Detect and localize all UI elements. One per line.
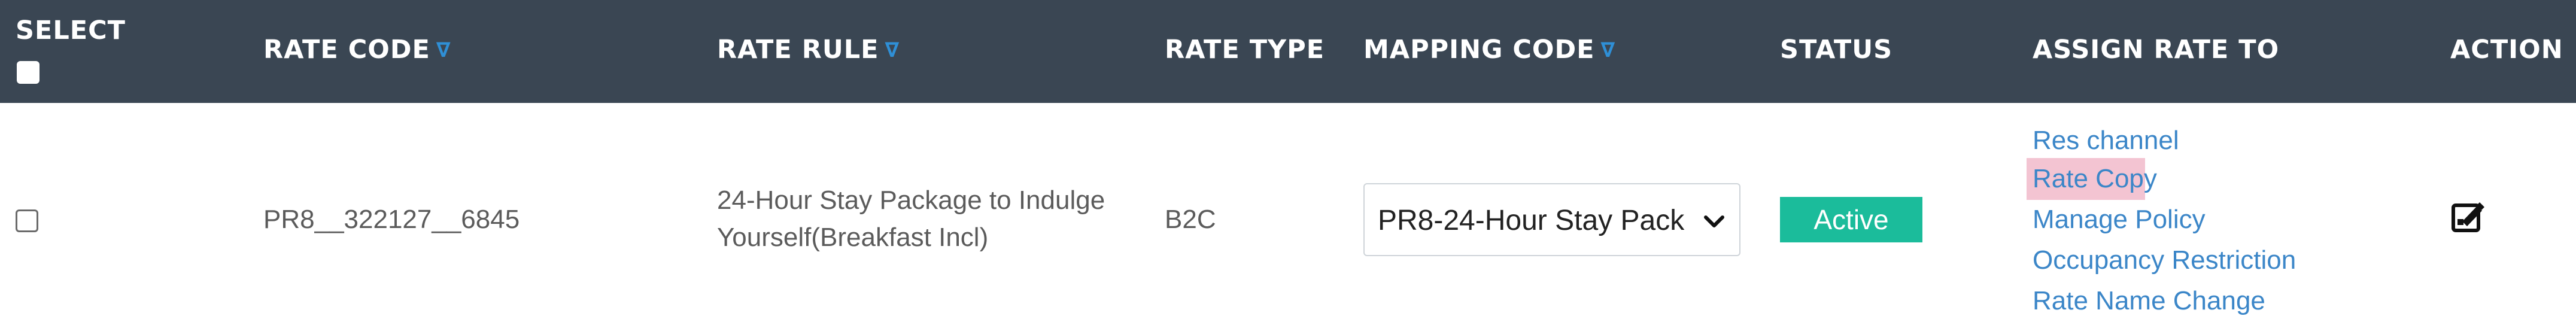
filter-icon[interactable]: ∇	[436, 40, 451, 60]
header-action: ACTION	[2450, 35, 2563, 65]
rate-table: SELECT RATE CODE ∇ RATE RULE ∇ RATE TYPE M…	[0, 0, 2576, 322]
header-rate-code-label: RATE CODE	[263, 35, 430, 65]
header-assign-rate-to: ASSIGN RATE TO	[2033, 35, 2280, 65]
header-mapping-code: MAPPING CODE ∇	[1363, 37, 1615, 63]
rate-rule-line-2: Yourself(Breakfast Incl)	[717, 223, 989, 252]
mapping-code-value: PR8-24-Hour Stay Pack	[1378, 205, 1685, 236]
header-rate-rule-label: RATE RULE	[717, 35, 879, 65]
rate-copy-link[interactable]: Rate Copy	[2033, 160, 2157, 198]
rate-name-change-link[interactable]: Rate Name Change	[2033, 282, 2265, 320]
occupancy-restriction-link[interactable]: Occupancy Restriction	[2033, 242, 2296, 279]
table-row: PR8__322127__6845 24-Hour Stay Package t…	[0, 103, 2576, 322]
rate-rule-line-1: 24-Hour Stay Package to Indulge	[717, 186, 1105, 215]
header-rate-type: RATE TYPE	[1165, 35, 1325, 65]
filter-icon[interactable]: ∇	[1601, 40, 1616, 60]
status-badge: Active	[1780, 197, 1922, 242]
header-mapping-code-label: MAPPING CODE	[1363, 35, 1595, 65]
header-select: SELECT	[16, 16, 126, 45]
chevron-down-icon	[1704, 215, 1724, 227]
rate-code-cell: PR8__322127__6845	[263, 205, 520, 234]
mapping-code-select[interactable]: PR8-24-Hour Stay Pack	[1363, 183, 1740, 256]
edit-icon[interactable]	[2450, 199, 2486, 235]
header-rate-code: RATE CODE ∇	[263, 37, 451, 63]
filter-icon[interactable]: ∇	[885, 40, 900, 60]
header-rate-rule: RATE RULE ∇	[717, 37, 900, 63]
res-channel-link[interactable]: Res channel	[2033, 122, 2179, 159]
select-all-checkbox[interactable]	[17, 61, 40, 84]
rate-type-cell: B2C	[1165, 205, 1216, 234]
manage-policy-link[interactable]: Manage Policy	[2033, 201, 2206, 238]
table-header: SELECT RATE CODE ∇ RATE RULE ∇ RATE TYPE M…	[0, 0, 2576, 103]
row-select-checkbox[interactable]	[16, 209, 38, 232]
header-status: STATUS	[1780, 35, 1893, 65]
